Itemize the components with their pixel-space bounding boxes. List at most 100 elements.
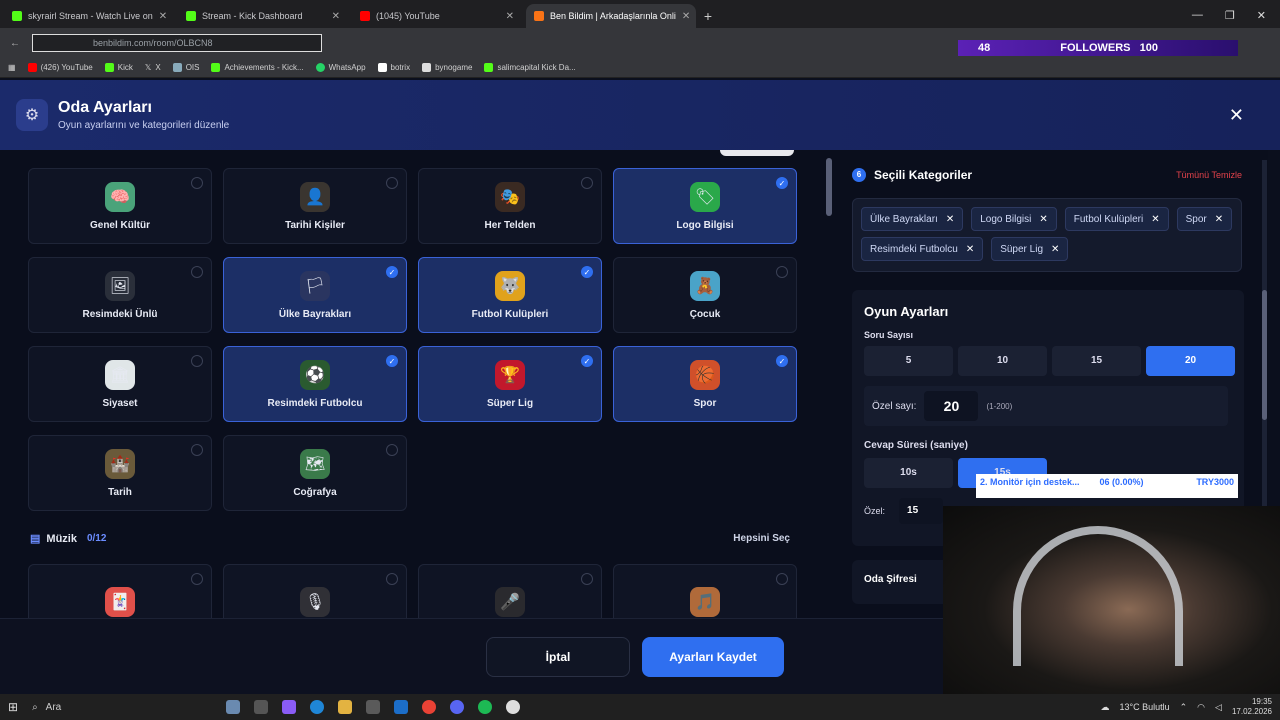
spotify-icon[interactable] <box>478 700 493 714</box>
question-option[interactable]: 15 <box>1052 346 1141 376</box>
edge-icon[interactable] <box>310 700 325 714</box>
remove-chip-icon[interactable]: ✕ <box>1151 214 1159 225</box>
category-card[interactable]: 🗺 Coğrafya <box>223 435 407 511</box>
selected-chip[interactable]: Resimdeki Futbolcu ✕ <box>861 237 984 261</box>
taskbar-search[interactable]: ⌕ Ara <box>32 702 212 713</box>
scrollbar[interactable] <box>826 158 832 216</box>
close-tab-icon[interactable]: ✕ <box>159 11 167 22</box>
browser-tab[interactable]: Stream - Kick Dashboard ✕ <box>178 4 348 28</box>
browser-tab[interactable]: (1045) YouTube ✕ <box>352 4 522 28</box>
browser-tab[interactable]: skyrairl Stream - Watch Live on ✕ <box>4 4 174 28</box>
bookmark[interactable]: salimcapital Kick Da... <box>484 63 576 72</box>
remove-chip-icon[interactable]: ✕ <box>946 214 954 225</box>
cancel-button[interactable]: İptal <box>486 637 630 677</box>
category-label: Süper Lig <box>486 397 534 409</box>
custom-time-input[interactable]: 15 <box>899 498 944 524</box>
answer-option[interactable]: 10s <box>864 458 953 488</box>
remove-chip-icon[interactable]: ✕ <box>1215 214 1223 225</box>
close-tab-icon[interactable]: ✕ <box>332 11 340 22</box>
music-category-card[interactable]: 🃏 <box>28 564 212 618</box>
youtube-icon <box>27 63 37 72</box>
question-option-selected[interactable]: 20 <box>1146 346 1235 376</box>
category-card[interactable]: ✓ ⚽ Resimdeki Futbolcu <box>223 346 407 422</box>
selected-chip[interactable]: Logo Bilgisi ✕ <box>971 207 1057 231</box>
category-card[interactable]: ✓ 🏳 Ülke Bayrakları <box>223 257 407 333</box>
scroll-thumb[interactable] <box>1262 290 1267 420</box>
category-label: Ülke Bayrakları <box>278 308 352 320</box>
category-label: Logo Bilgisi <box>676 219 734 231</box>
bookmark[interactable]: WhatsApp <box>315 63 366 72</box>
remove-chip-icon[interactable]: ✕ <box>1039 214 1047 225</box>
selected-chip[interactable]: Ülke Bayrakları ✕ <box>861 207 964 231</box>
chrome-icon[interactable] <box>422 700 437 714</box>
category-card[interactable]: ✓ 🐺 Futbol Kulüpleri <box>418 257 602 333</box>
question-option[interactable]: 5 <box>864 346 953 376</box>
apps-icon[interactable]: ▦ <box>8 63 16 72</box>
radio-icon <box>386 444 398 456</box>
bookmark[interactable]: OIS <box>172 63 199 72</box>
category-card[interactable]: 🖼 Resimdeki Ünlü <box>28 257 212 333</box>
volume-icon[interactable]: ◁ <box>1215 702 1222 713</box>
category-icon: 🖼 <box>105 270 135 301</box>
kick-icon <box>484 63 494 72</box>
bookmark[interactable]: (426) YouTube <box>27 63 93 72</box>
browser-tab-strip: skyrairl Stream - Watch Live on ✕ Stream … <box>0 0 1280 28</box>
obs-icon[interactable] <box>506 700 521 714</box>
wifi-icon[interactable]: ◠ <box>1197 702 1205 713</box>
clear-all-button[interactable]: Tümünü Temizle <box>1176 170 1242 180</box>
x-icon: 𝕏 <box>144 63 152 72</box>
kick-icon <box>104 63 114 72</box>
close-tab-icon[interactable]: ✕ <box>682 11 690 22</box>
widget-icon[interactable] <box>226 700 241 714</box>
task-view-icon[interactable] <box>254 700 269 714</box>
category-card[interactable]: 👤 Tarihi Kişiler <box>223 168 407 244</box>
chevron-up-icon[interactable]: ⌃ <box>1180 702 1188 713</box>
check-icon: ✓ <box>776 177 788 189</box>
music-title: Müzik <box>46 532 77 545</box>
question-option[interactable]: 10 <box>958 346 1047 376</box>
clock[interactable]: 19:35 17.02.2026 <box>1232 697 1272 717</box>
category-card[interactable]: 🧠 Genel Kültür <box>28 168 212 244</box>
url-field[interactable]: benbildim.com/room/OLBCN8 <box>32 34 322 52</box>
selected-chip[interactable]: Futbol Kulüpleri ✕ <box>1064 207 1169 231</box>
music-category-card[interactable]: 🎵 <box>613 564 797 618</box>
category-card[interactable]: ✓ 🏷 Logo Bilgisi <box>613 168 797 244</box>
bookmark[interactable]: botrix <box>377 63 410 72</box>
bookmark[interactable]: Achievements - Kick... <box>211 63 304 72</box>
music-category-card[interactable]: 🎙 <box>223 564 407 618</box>
remove-chip-icon[interactable]: ✕ <box>966 244 974 255</box>
close-window-icon[interactable]: ✕ <box>1257 9 1266 22</box>
remove-chip-icon[interactable]: ✕ <box>1051 244 1059 255</box>
category-card[interactable]: 🎭 Her Telden <box>418 168 602 244</box>
bookmark[interactable]: Kick <box>104 63 133 72</box>
category-card[interactable]: 🏰 Tarih <box>28 435 212 511</box>
category-card[interactable]: ✓ 🏆 Süper Lig <box>418 346 602 422</box>
select-all-button[interactable]: Hepsini Seç <box>733 533 790 544</box>
music-section-header: ▤ Müzik 0/12 Hepsini Seç <box>30 532 790 546</box>
save-settings-button[interactable]: Ayarları Kaydet <box>642 637 784 677</box>
selected-chip[interactable]: Spor ✕ <box>1176 207 1233 231</box>
category-card[interactable]: 🏛 Siyaset <box>28 346 212 422</box>
maximize-icon[interactable]: ❐ <box>1225 9 1235 22</box>
radio-icon <box>191 177 203 189</box>
selected-chip[interactable]: Süper Lig ✕ <box>991 237 1069 261</box>
music-category-card[interactable]: 🎤 <box>418 564 602 618</box>
category-card[interactable]: ✓ 🏀 Spor <box>613 346 797 422</box>
game-settings-title: Oyun Ayarları <box>864 304 949 319</box>
windows-start-icon[interactable]: ⊞ <box>8 700 18 714</box>
discord-icon[interactable] <box>450 700 465 714</box>
mail-icon[interactable] <box>394 700 409 714</box>
store-icon[interactable] <box>366 700 381 714</box>
close-tab-icon[interactable]: ✕ <box>506 11 514 22</box>
custom-count-input[interactable]: 20 <box>924 391 979 421</box>
new-tab-button[interactable]: + <box>696 4 720 28</box>
minimize-icon[interactable]: — <box>1192 9 1203 22</box>
back-icon[interactable]: ← <box>10 38 20 49</box>
folder-icon[interactable] <box>338 700 353 714</box>
category-card[interactable]: 🧸 Çocuk <box>613 257 797 333</box>
bookmark[interactable]: bynogame <box>422 63 472 72</box>
browser-tab-active[interactable]: Ben Bildim | Arkadaşlarınla Onli ✕ <box>526 4 696 28</box>
bookmark[interactable]: 𝕏X <box>145 63 161 72</box>
copilot-icon[interactable] <box>282 700 297 714</box>
close-icon[interactable]: ✕ <box>1229 105 1244 126</box>
